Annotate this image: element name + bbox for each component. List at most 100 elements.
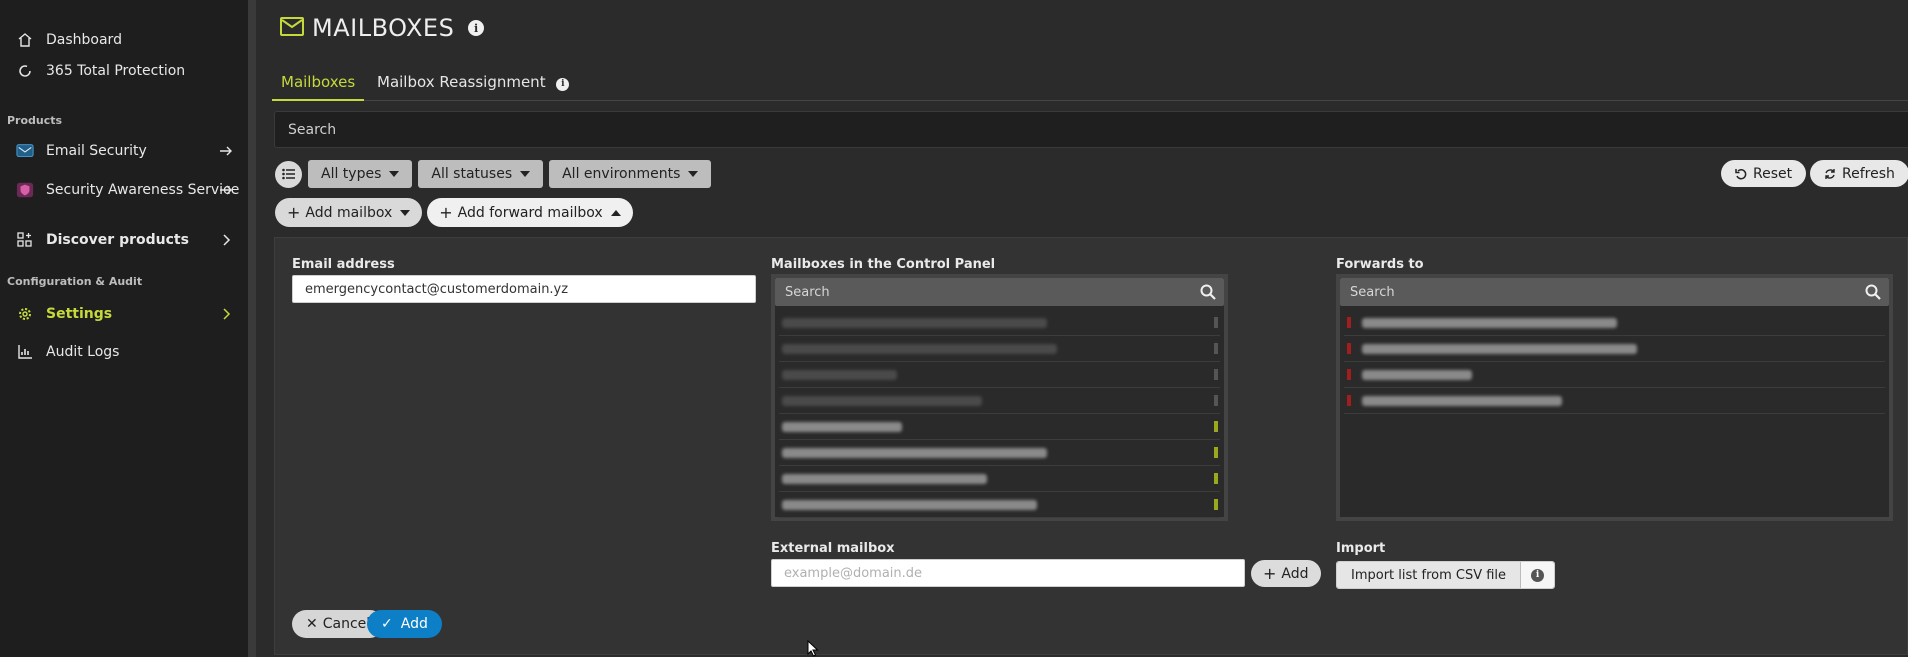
refresh-button[interactable]: Refresh <box>1810 160 1908 187</box>
caret-down-icon <box>389 171 400 177</box>
list-item[interactable] <box>779 414 1220 440</box>
add-forward-label: Add forward mailbox <box>457 204 603 221</box>
list-item[interactable] <box>779 466 1220 492</box>
check-icon: ✓ <box>381 616 393 632</box>
cancel-label: Cancel <box>322 616 371 632</box>
sidebar-section-configuration: Configuration & Audit <box>7 275 143 288</box>
filter-label: All statuses <box>431 166 513 182</box>
import-csv-main[interactable]: Import list from CSV file <box>1337 562 1521 588</box>
external-mailbox-label: External mailbox <box>771 541 895 556</box>
search-icon <box>1200 284 1216 304</box>
caret-up-icon <box>610 209 621 216</box>
import-csv-button[interactable]: Import list from CSV file i <box>1336 561 1556 589</box>
caret-down-icon <box>520 171 531 177</box>
add-mailbox-label: Add mailbox <box>305 204 393 221</box>
search-placeholder: Search <box>1350 285 1395 300</box>
undo-icon <box>1735 168 1747 179</box>
tab-mailbox-reassignment[interactable]: Mailbox Reassignment i <box>377 73 570 101</box>
sidebar: Dashboard 365 Total Protection Products … <box>0 0 256 657</box>
list-item[interactable] <box>1344 362 1885 388</box>
page-title-text: MAILBOXES <box>312 14 455 42</box>
email-security-icon <box>16 142 34 160</box>
filter-statuses-dropdown[interactable]: All statuses <box>418 160 544 188</box>
filter-label: All types <box>321 166 382 182</box>
filter-environments-dropdown[interactable]: All environments <box>549 160 712 188</box>
sidebar-item-label: Discover products <box>46 232 189 248</box>
shield-user-icon <box>16 181 34 199</box>
control-panel-list: Search <box>771 274 1228 521</box>
refresh-icon <box>1825 168 1835 179</box>
chevron-right-icon <box>218 306 234 322</box>
list-item[interactable] <box>779 492 1220 518</box>
plus-icon: + <box>1263 564 1277 583</box>
import-csv-label: Import list from CSV file <box>1351 567 1507 583</box>
control-panel-search-input[interactable]: Search <box>775 278 1224 306</box>
info-icon[interactable]: i <box>468 20 485 36</box>
page-title: MAILBOXES i <box>280 14 485 42</box>
list-view-button[interactable] <box>275 160 302 188</box>
sidebar-item-label: Dashboard <box>46 32 122 48</box>
tab-label: Mailboxes <box>281 73 356 91</box>
sidebar-item-label: Settings <box>46 306 113 322</box>
add-mailbox-button[interactable]: + Add mailbox <box>275 198 423 227</box>
add-forward-mailbox-button[interactable]: + Add forward mailbox <box>427 198 633 227</box>
email-address-input[interactable]: emergencycontact@customerdomain.yz <box>292 275 756 303</box>
sidebar-item-365-total-protection[interactable]: 365 Total Protection <box>0 54 248 88</box>
search-input[interactable]: Search <box>274 111 1908 148</box>
tab-bar: Mailboxes Mailbox Reassignment i <box>272 66 1908 101</box>
list-item[interactable] <box>779 440 1220 466</box>
external-mailbox-input[interactable]: example@domain.de <box>771 559 1245 587</box>
import-info-button[interactable]: i <box>1520 562 1555 588</box>
list-item[interactable] <box>1344 336 1885 362</box>
tab-label: Mailbox Reassignment <box>377 73 546 91</box>
list-icon <box>281 168 295 180</box>
filter-label: All environments <box>562 166 681 182</box>
list-item[interactable] <box>779 388 1220 414</box>
refresh-label: Refresh <box>1842 165 1895 182</box>
filter-bar: All types All statuses All environments <box>275 160 712 188</box>
sidebar-section-products: Products <box>7 114 63 127</box>
sidebar-item-security-awareness-service[interactable]: Security Awareness Service <box>0 173 248 207</box>
close-icon: ✕ <box>306 616 318 632</box>
mouse-cursor-icon <box>807 640 819 657</box>
reset-label: Reset <box>1753 165 1793 182</box>
plus-icon: + <box>439 203 453 222</box>
email-address-label: Email address <box>292 257 395 272</box>
plus-icon: + <box>287 203 301 222</box>
forwards-search-input[interactable]: Search <box>1340 278 1889 306</box>
external-add-label: Add <box>1281 565 1309 582</box>
import-label: Import <box>1336 541 1386 556</box>
reset-button[interactable]: Reset <box>1721 160 1807 187</box>
tab-mailboxes[interactable]: Mailboxes <box>272 73 365 101</box>
sidebar-item-discover-products[interactable]: Discover products <box>0 223 248 257</box>
chevron-right-icon <box>218 232 234 248</box>
sidebar-item-label: Security Awareness Service <box>46 182 240 198</box>
list-item[interactable] <box>779 362 1220 388</box>
add-actions: + Add mailbox + Add forward mailbox <box>275 198 633 227</box>
search-icon <box>1865 284 1881 304</box>
forwards-to-list: Search <box>1336 274 1893 521</box>
add-button[interactable]: ✓ Add <box>367 610 442 638</box>
refresh-circle-icon <box>16 62 34 80</box>
external-add-button[interactable]: + Add <box>1251 560 1321 587</box>
list-item[interactable] <box>779 336 1220 362</box>
envelope-icon <box>280 14 304 42</box>
search-placeholder: Search <box>288 122 337 138</box>
sidebar-item-audit-logs[interactable]: Audit Logs <box>0 335 248 369</box>
external-mailbox-placeholder: example@domain.de <box>784 566 923 581</box>
add-forward-panel: Email address emergencycontact@customerd… <box>274 237 1908 655</box>
sidebar-item-dashboard[interactable]: Dashboard <box>0 23 248 57</box>
info-icon[interactable]: i <box>556 77 570 91</box>
list-item[interactable] <box>1344 310 1885 336</box>
gear-icon <box>16 305 34 323</box>
sidebar-item-email-security[interactable]: Email Security <box>0 134 248 168</box>
info-icon: i <box>1531 568 1545 582</box>
sidebar-item-settings[interactable]: Settings <box>0 297 248 331</box>
main-content: MAILBOXES i Mailboxes Mailbox Reassignme… <box>264 0 1908 657</box>
sidebar-item-label: Audit Logs <box>46 344 120 360</box>
list-item[interactable] <box>1344 388 1885 414</box>
list-item[interactable] <box>779 310 1220 336</box>
filter-types-dropdown[interactable]: All types <box>308 160 413 188</box>
sidebar-item-label: 365 Total Protection <box>46 63 186 79</box>
add-label: Add <box>400 616 428 632</box>
